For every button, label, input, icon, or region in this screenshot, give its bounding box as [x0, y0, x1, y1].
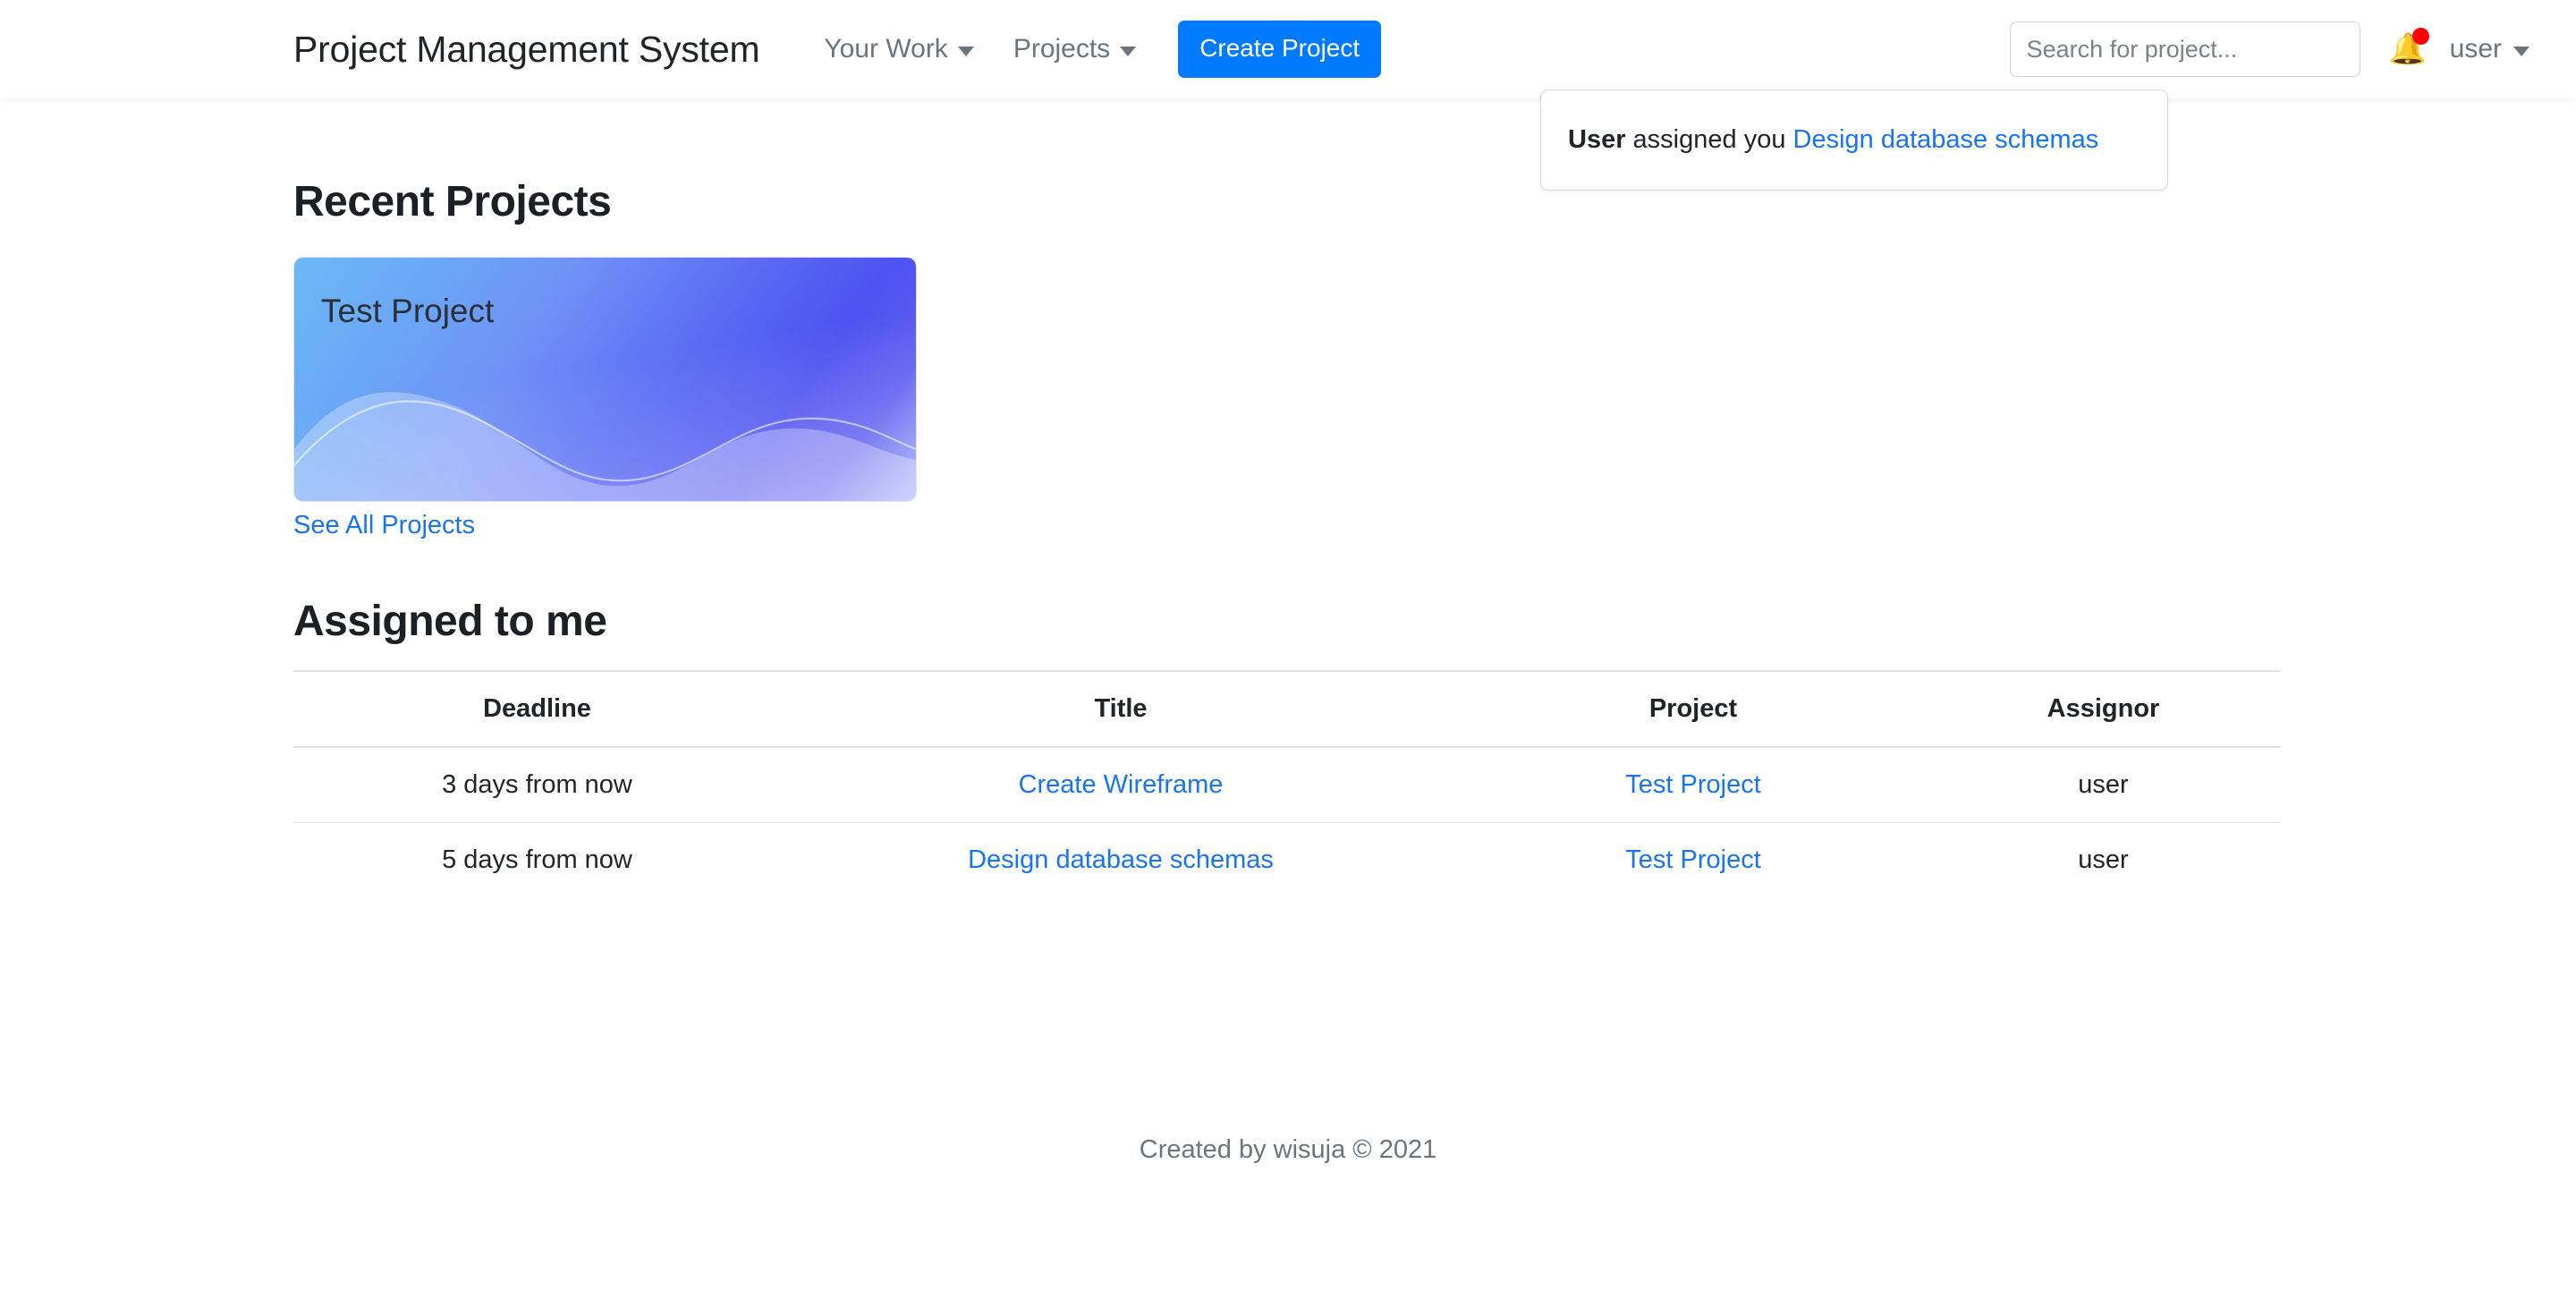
cell-title: Design database schemas	[781, 823, 1461, 898]
user-menu[interactable]: user	[2450, 36, 2529, 63]
table-row: 3 days from now Create Wireframe Test Pr…	[293, 747, 2281, 823]
main-content: Recent Projects Test Project See All Pro…	[0, 98, 2576, 897]
column-header-title: Title	[781, 671, 1461, 747]
task-project-link[interactable]: Test Project	[1625, 845, 1761, 874]
page-footer: Created by wisuja © 2021	[0, 1137, 2576, 1163]
nav-item-projects[interactable]: Projects	[994, 36, 1156, 63]
nav-item-your-work-label: Your Work	[824, 36, 947, 63]
app-brand-title[interactable]: Project Management System	[293, 31, 759, 68]
notification-item: User assigned you Design database schema…	[1568, 127, 2098, 153]
cell-deadline: 3 days from now	[293, 747, 781, 823]
notification-target-link[interactable]: Design database schemas	[1793, 125, 2099, 154]
task-title-link[interactable]: Create Wireframe	[1019, 770, 1224, 799]
task-project-link[interactable]: Test Project	[1625, 770, 1761, 799]
nav-item-projects-label: Projects	[1013, 36, 1110, 63]
create-project-button[interactable]: Create Project	[1178, 21, 1381, 78]
column-header-project: Project	[1461, 671, 1926, 747]
notification-action-text: assigned you	[1626, 125, 1793, 154]
chevron-down-icon	[2513, 47, 2529, 56]
chevron-down-icon	[958, 47, 974, 56]
task-title-link[interactable]: Design database schemas	[968, 845, 1274, 874]
column-header-assignor: Assignor	[1926, 671, 2281, 747]
notification-actor: User	[1568, 125, 1626, 154]
project-card-title: Test Project	[321, 294, 494, 327]
cell-project: Test Project	[1461, 747, 1926, 823]
cell-project: Test Project	[1461, 823, 1926, 898]
notifications-button[interactable]: 🔔	[2387, 26, 2428, 72]
table-head: Deadline Title Project Assignor	[293, 671, 2281, 747]
see-all-projects-link[interactable]: See All Projects	[293, 513, 475, 539]
card-wave-decoration	[294, 367, 916, 501]
table-row: 5 days from now Design database schemas …	[293, 823, 2281, 898]
cell-assignor: user	[1926, 747, 2281, 823]
cell-assignor: user	[1926, 823, 2281, 898]
cell-deadline: 5 days from now	[293, 823, 781, 898]
assigned-to-me-heading: Assigned to me	[293, 600, 2576, 643]
project-card-test-project[interactable]: Test Project	[293, 257, 917, 502]
table-header-row: Deadline Title Project Assignor	[293, 671, 2281, 747]
search-input[interactable]	[2010, 21, 2360, 77]
navbar-right-group: 🔔 user	[2010, 0, 2529, 98]
recent-projects-heading: Recent Projects	[293, 181, 2576, 224]
cell-title: Create Wireframe	[781, 747, 1461, 823]
user-menu-label: user	[2450, 36, 2502, 63]
column-header-deadline: Deadline	[293, 671, 781, 747]
assigned-tasks-table: Deadline Title Project Assignor 3 days f…	[293, 670, 2281, 897]
table-body: 3 days from now Create Wireframe Test Pr…	[293, 747, 2281, 897]
nav-item-your-work[interactable]: Your Work	[804, 36, 993, 63]
chevron-down-icon	[1120, 47, 1136, 56]
primary-nav: Your Work Projects Create Project	[804, 21, 1381, 78]
top-navbar: Project Management System Your Work Proj…	[0, 0, 2576, 98]
notification-dropdown: User assigned you Design database schema…	[1540, 89, 2168, 191]
notification-badge-dot	[2412, 28, 2429, 45]
